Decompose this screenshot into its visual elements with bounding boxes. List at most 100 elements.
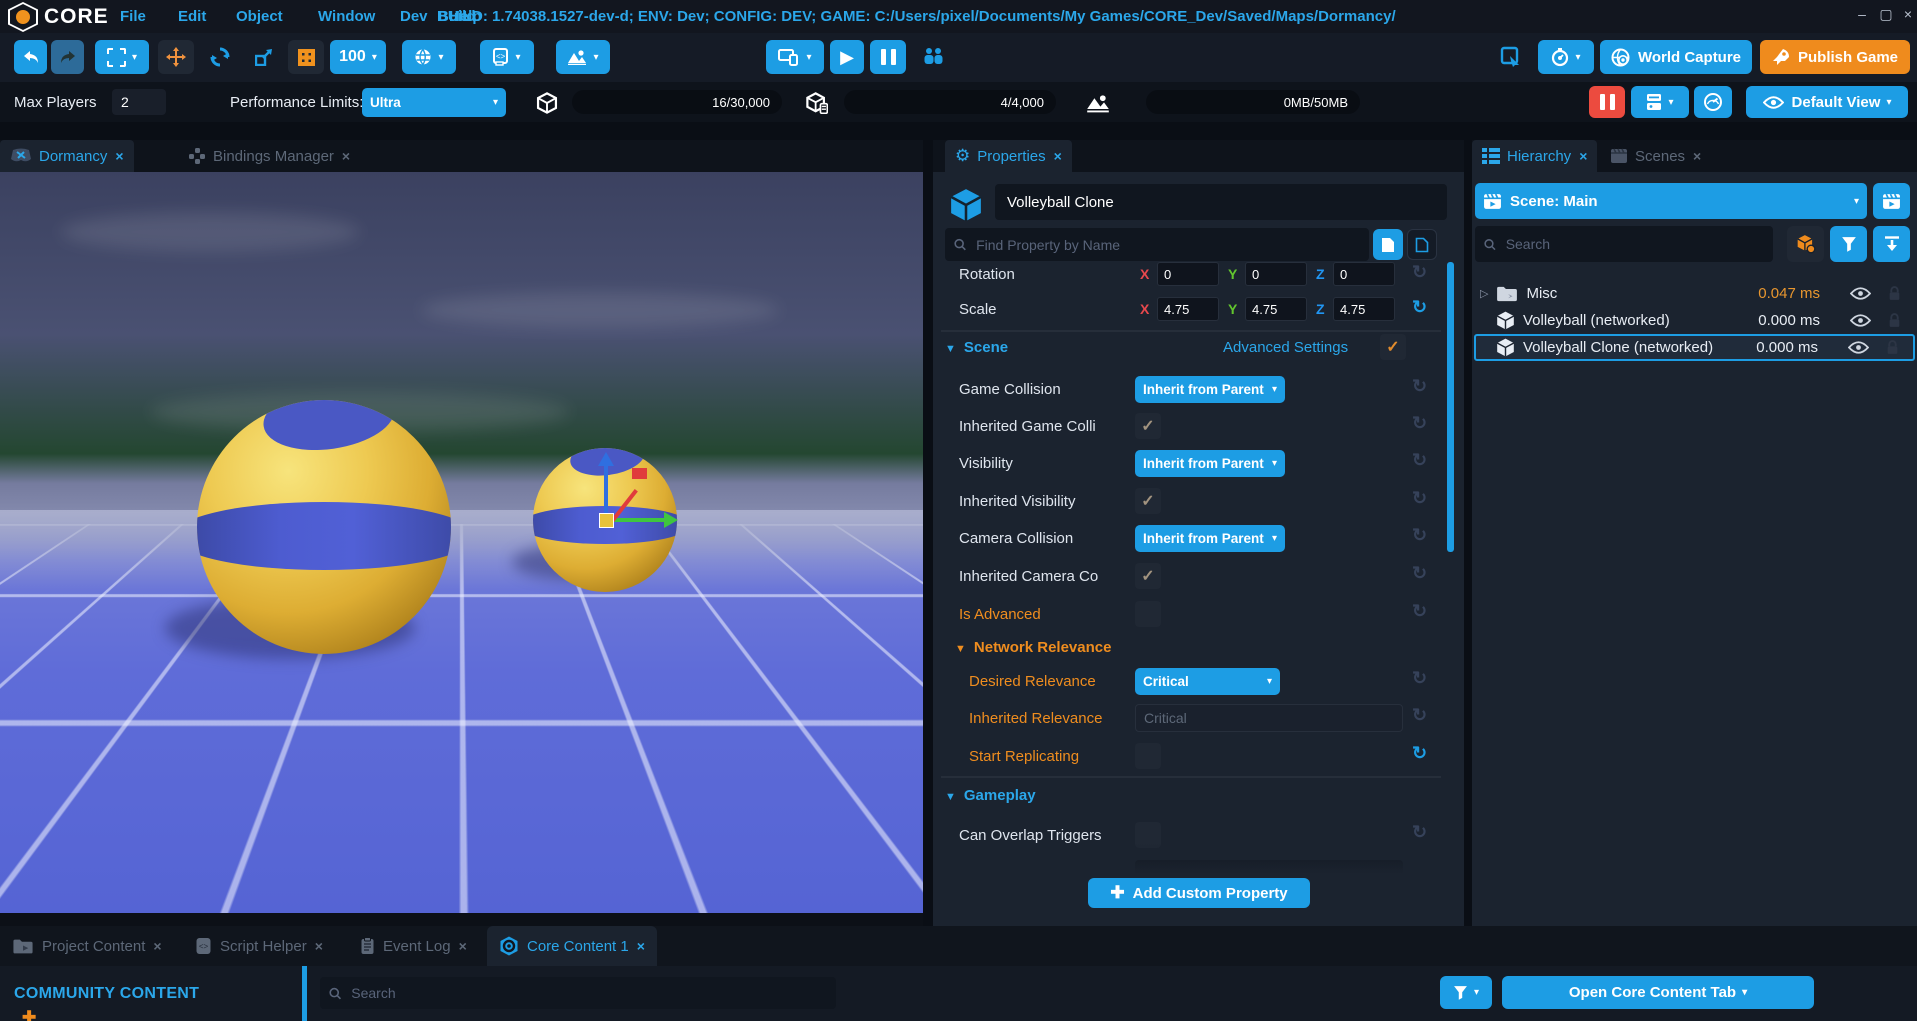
tab-dormancy[interactable]: Dormancy × (0, 140, 134, 172)
volleyball-large[interactable] (197, 400, 451, 654)
scale-reset-icon[interactable]: ↺ (1412, 297, 1427, 318)
play-button[interactable]: ▶ (830, 40, 864, 74)
tab-script-helper-close-icon[interactable]: × (315, 938, 323, 954)
start-replicating-reset-icon[interactable]: ↺ (1412, 743, 1427, 764)
multiplayer-button[interactable] (916, 40, 950, 74)
desired-relevance-dropdown[interactable]: Critical▾ (1135, 668, 1280, 695)
move-tool-button[interactable] (158, 40, 194, 74)
capture-camera-dropdown[interactable]: ▾ (1538, 40, 1594, 74)
scene-3d-view[interactable] (0, 172, 923, 913)
tab-scenes[interactable]: Scenes × (1600, 140, 1711, 172)
property-search-input[interactable] (974, 236, 1361, 254)
rotate-tool-button[interactable] (202, 40, 238, 74)
visibility-eye-icon[interactable] (1850, 314, 1871, 327)
tab-script-helper[interactable]: <> Script Helper × (183, 926, 335, 966)
menu-file[interactable]: File (120, 0, 146, 33)
publish-game-button[interactable]: Publish Game (1760, 40, 1910, 74)
tab-event-log-close-icon[interactable]: × (459, 938, 467, 954)
content-filter-dropdown[interactable]: ▾ (1440, 976, 1492, 1009)
tab-properties[interactable]: ⚙ Properties × (945, 140, 1072, 172)
tab-properties-close-icon[interactable]: × (1054, 148, 1062, 164)
lock-icon[interactable] (1888, 313, 1901, 328)
inherited-relevance-reset-icon[interactable]: ↺ (1412, 705, 1427, 726)
rotation-y-input[interactable] (1245, 262, 1307, 286)
tab-project-content-close-icon[interactable]: × (153, 938, 161, 954)
scale-z-input[interactable] (1333, 297, 1395, 321)
paste-properties-button[interactable] (1407, 229, 1437, 260)
property-search[interactable] (945, 228, 1369, 261)
window-close-icon[interactable]: × (1898, 0, 1917, 28)
undo-button[interactable] (14, 40, 47, 74)
networked-filter-button[interactable] (1787, 226, 1824, 262)
inherited-visibility-checkbox[interactable]: ✓ (1135, 488, 1161, 514)
max-players-value[interactable]: 2 (112, 89, 166, 115)
camera-collision-reset-icon[interactable]: ↺ (1412, 525, 1427, 546)
tab-scenes-close-icon[interactable]: × (1693, 148, 1701, 164)
content-search[interactable] (320, 977, 836, 1009)
lock-icon[interactable] (1888, 286, 1901, 301)
world-settings-dropdown[interactable]: ▾ (402, 40, 456, 74)
start-replicating-checkbox[interactable]: ✓ (1135, 743, 1161, 769)
tab-bindings-manager[interactable]: Bindings Manager × (178, 140, 360, 172)
visibility-eye-icon[interactable] (1848, 341, 1869, 354)
gameplay-section-header[interactable]: ▼Gameplay (945, 787, 1036, 804)
debug-pause-button[interactable] (1589, 86, 1625, 118)
lock-icon[interactable] (1886, 340, 1899, 355)
inherited-game-collision-reset-icon[interactable]: ↺ (1412, 413, 1427, 434)
tab-project-content[interactable]: Project Content × (0, 926, 174, 966)
scale-y-input[interactable] (1245, 297, 1307, 321)
rotation-x-input[interactable] (1157, 262, 1219, 286)
content-search-input[interactable] (349, 984, 828, 1002)
object-name-field[interactable] (995, 184, 1447, 220)
grid-size-dropdown[interactable]: 100▾ (330, 40, 386, 74)
scene-section-header[interactable]: ▼Scene (945, 339, 1008, 356)
advanced-settings-label[interactable]: Advanced Settings (1223, 339, 1348, 356)
inherited-camera-collision-checkbox[interactable]: ✓ (1135, 563, 1161, 589)
grid-snap-button[interactable] (288, 40, 324, 74)
visibility-reset-icon[interactable]: ↺ (1412, 450, 1427, 471)
rotation-reset-icon[interactable]: ↺ (1412, 262, 1427, 283)
gizmo-y-axis[interactable] (604, 464, 608, 520)
new-scene-button[interactable] (1873, 183, 1910, 219)
select-mode-dropdown[interactable]: ▾ (95, 40, 149, 74)
script-dropdown[interactable]: <> ▾ (480, 40, 534, 74)
is-advanced-checkbox[interactable]: ✓ (1135, 601, 1161, 627)
default-view-dropdown[interactable]: Default View ▾ (1746, 86, 1908, 118)
hierarchy-row-misc[interactable]: ▷ Misc 0.047 ms (1474, 280, 1915, 307)
tab-bindings-manager-close-icon[interactable]: × (342, 148, 350, 164)
tab-core-content-1[interactable]: Core Content 1 × (487, 926, 657, 966)
preview-mode-dropdown[interactable]: ▾ (766, 40, 824, 74)
hierarchy-search[interactable] (1475, 226, 1773, 262)
tab-event-log[interactable]: Event Log × (348, 926, 479, 966)
add-custom-property-button[interactable]: ✚ Add Custom Property (1088, 878, 1310, 908)
gizmo-center-handle[interactable] (599, 513, 614, 528)
is-advanced-reset-icon[interactable]: ↺ (1412, 601, 1427, 622)
menu-dev[interactable]: Dev (400, 0, 428, 33)
game-collision-reset-icon[interactable]: ↺ (1412, 376, 1427, 397)
expand-arrow-icon[interactable]: ▷ (1480, 287, 1488, 300)
scene-selector-dropdown[interactable]: Scene: Main ▾ (1475, 183, 1867, 219)
open-core-content-tab-button[interactable]: Open Core Content Tab ▾ (1502, 976, 1814, 1009)
performance-gauge-button[interactable] (1694, 86, 1732, 118)
filter-button[interactable] (1830, 226, 1867, 262)
scale-tool-button[interactable] (246, 40, 282, 74)
hierarchy-row-volleyball[interactable]: Volleyball (networked) 0.000 ms (1474, 307, 1915, 334)
redo-button[interactable] (51, 40, 84, 74)
game-collision-dropdown[interactable]: Inherit from Parent▾ (1135, 376, 1285, 403)
tab-hierarchy-close-icon[interactable]: × (1579, 148, 1587, 164)
performance-limits-dropdown[interactable]: Ultra▾ (362, 88, 506, 117)
copy-properties-button[interactable] (1373, 229, 1403, 260)
rotation-z-input[interactable] (1333, 262, 1395, 286)
desired-relevance-reset-icon[interactable]: ↺ (1412, 668, 1427, 689)
advanced-settings-checkbox[interactable]: ✓ (1380, 334, 1406, 360)
visibility-eye-icon[interactable] (1850, 287, 1871, 300)
world-capture-button[interactable]: World Capture (1600, 40, 1752, 74)
tab-core-content-1-close-icon[interactable]: × (637, 938, 645, 954)
properties-scrollbar[interactable] (1447, 262, 1454, 552)
window-minimize-icon[interactable]: – (1852, 0, 1872, 28)
scale-x-input[interactable] (1157, 297, 1219, 321)
server-dropdown[interactable]: ▾ (1631, 86, 1689, 118)
tab-dormancy-close-icon[interactable]: × (115, 148, 123, 164)
screen-select-button[interactable] (1496, 40, 1526, 74)
network-relevance-section-header[interactable]: ▼Network Relevance (955, 639, 1111, 656)
